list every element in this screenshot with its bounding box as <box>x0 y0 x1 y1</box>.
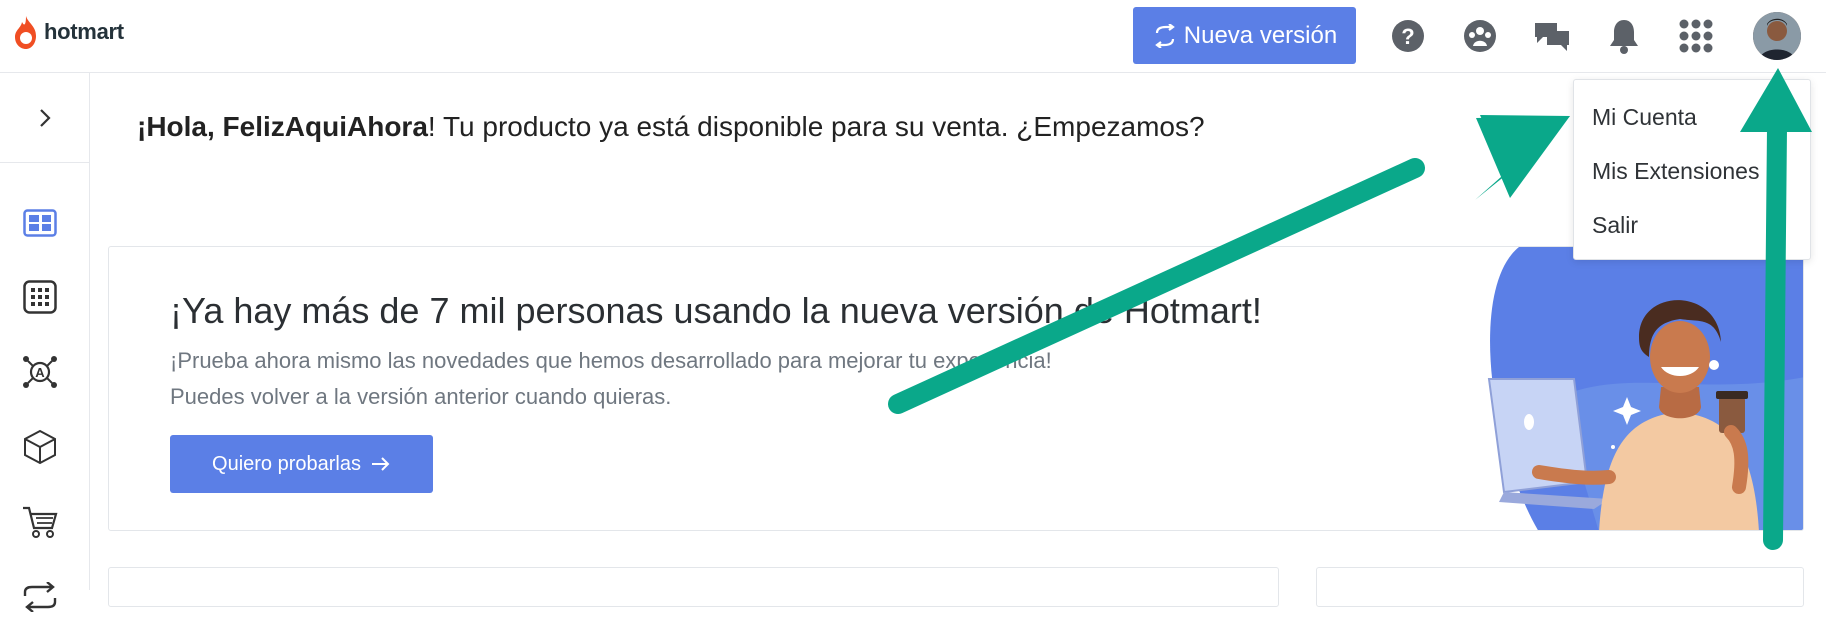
menu-item-logout[interactable]: Salir <box>1592 212 1638 239</box>
banner-subtitle-secondary: Puedes volver a la versión anterior cuan… <box>170 384 672 409</box>
sidebar-expand-button[interactable] <box>0 73 89 163</box>
hotmart-logo[interactable]: hotmart <box>12 14 124 50</box>
dashboard-card-left <box>108 567 1279 607</box>
greeting-name: ¡Hola, FelizAquiAhora <box>137 111 428 142</box>
greeting-text: ¡Hola, FelizAquiAhora! Tu producto ya es… <box>137 111 1205 143</box>
promo-banner: ¡Ya hay más de 7 mil personas usando la … <box>108 246 1804 531</box>
dashboard-icon[interactable] <box>20 203 60 243</box>
banner-title: ¡Ya hay más de 7 mil personas usando la … <box>170 290 1262 331</box>
arrow-right-icon <box>371 457 390 471</box>
apps-icon[interactable] <box>20 277 60 317</box>
help-icon[interactable]: ? <box>1386 14 1430 58</box>
try-now-button[interactable]: Quiero probarlas <box>170 435 433 493</box>
switch-icon <box>1154 23 1175 48</box>
chat-icon[interactable] <box>1530 14 1574 58</box>
top-bar: hotmart Nueva versión ? <box>0 0 1826 73</box>
cart-icon[interactable] <box>20 502 60 542</box>
notifications-icon[interactable] <box>1602 14 1646 58</box>
svg-text:?: ? <box>1401 24 1414 49</box>
chevron-right-icon <box>39 108 51 127</box>
community-icon[interactable] <box>1458 14 1502 58</box>
greeting-message: ! Tu producto ya está disponible para su… <box>427 111 1205 142</box>
svg-text:A: A <box>35 365 45 380</box>
banner-subtitle: ¡Prueba ahora mismo las novedades que he… <box>170 348 1052 373</box>
flame-icon <box>15 16 36 49</box>
new-version-button[interactable]: Nueva versión <box>1133 7 1356 64</box>
menu-item-my-account[interactable]: Mi Cuenta <box>1592 104 1697 131</box>
apps-grid-icon[interactable] <box>1674 14 1718 58</box>
brand-name: hotmart <box>44 19 124 44</box>
user-avatar[interactable] <box>1753 12 1801 60</box>
try-now-label: Quiero probarlas <box>212 452 361 475</box>
new-version-label: Nueva versión <box>1183 21 1338 49</box>
product-box-icon[interactable] <box>20 427 60 467</box>
account-dropdown-menu: Mi Cuenta Mis Extensiones Salir <box>1573 79 1811 260</box>
promo-illustration <box>1487 247 1803 530</box>
menu-item-my-extensions[interactable]: Mis Extensiones <box>1592 158 1759 185</box>
dashboard-card-right <box>1316 567 1804 607</box>
recurrence-icon[interactable] <box>20 577 60 617</box>
sidebar: A <box>0 73 90 612</box>
affiliate-network-icon[interactable]: A <box>20 352 60 392</box>
